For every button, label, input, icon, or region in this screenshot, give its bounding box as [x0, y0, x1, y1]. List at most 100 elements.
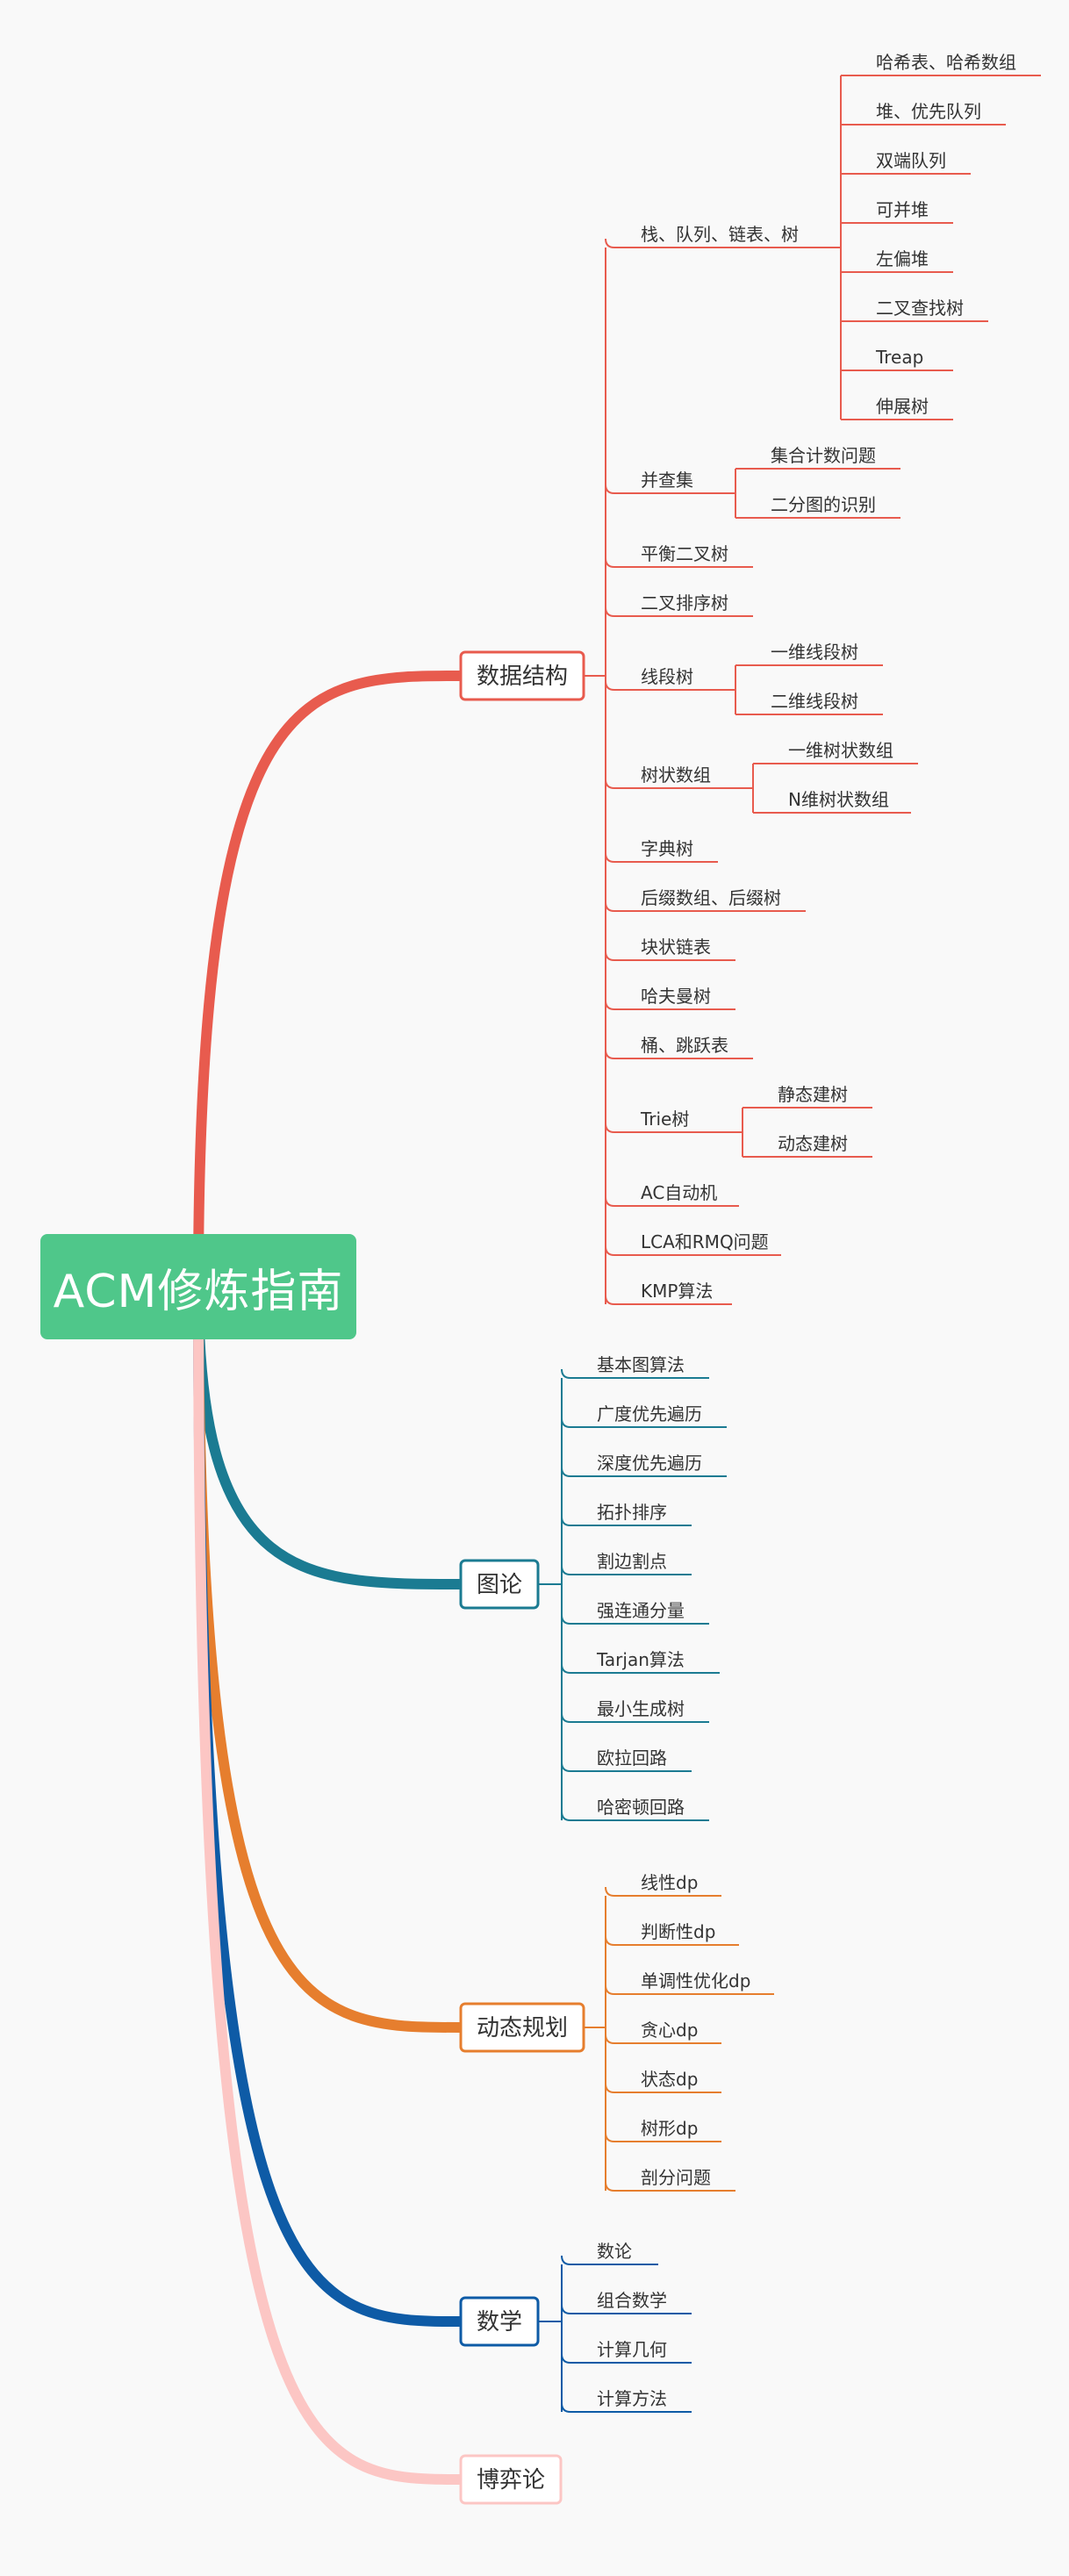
- branch-node[interactable]: 数学: [459, 2296, 540, 2347]
- subtopic-label: 左偏堆: [876, 248, 929, 269]
- root-node-label: ACM修炼指南: [53, 1265, 344, 1318]
- subtopic-node[interactable]: 左偏堆: [841, 248, 953, 273]
- topic-node[interactable]: 哈夫曼树: [605, 986, 735, 1010]
- subtopic-node[interactable]: 堆、优先队列: [841, 101, 1006, 126]
- topic-node[interactable]: 树形dp: [605, 2118, 721, 2142]
- topic-node[interactable]: 计算方法: [561, 2388, 692, 2413]
- topic-node[interactable]: 强连通分量: [561, 1600, 709, 1625]
- topic-node[interactable]: 割边割点: [561, 1551, 692, 1575]
- subtopic-node[interactable]: 二叉查找树: [841, 298, 988, 322]
- topic-label: 状态dp: [641, 2069, 698, 2090]
- subtopic-label: Treap: [875, 347, 923, 368]
- subtopic-label: 双端队列: [876, 150, 946, 171]
- subtopic-label: 二维线段树: [771, 691, 858, 712]
- subtopic-label: 一维线段树: [771, 642, 858, 663]
- topic-label: 线段树: [641, 666, 693, 687]
- topic-label: 计算方法: [597, 2388, 667, 2409]
- topic-node[interactable]: 基本图算法: [561, 1354, 709, 1379]
- topic-label: 树形dp: [641, 2118, 698, 2139]
- topic-node[interactable]: 状态dp: [605, 2069, 721, 2093]
- topic-label: AC自动机: [641, 1182, 717, 1203]
- topic-node[interactable]: 组合数学: [561, 2290, 692, 2314]
- topic-label: KMP算法: [641, 1281, 713, 1302]
- topic-node[interactable]: 广度优先遍历: [561, 1403, 727, 1428]
- topic-node[interactable]: 贪心dp: [605, 2020, 721, 2044]
- root-node[interactable]: ACM修炼指南: [40, 1234, 356, 1339]
- topic-node[interactable]: 块状链表: [605, 936, 735, 961]
- subtopic-node[interactable]: 动态建树: [743, 1133, 872, 1158]
- branch-node[interactable]: 数据结构: [459, 650, 585, 701]
- topic-label: 最小生成树: [597, 1698, 685, 1719]
- branch-node-label: 数学: [477, 2309, 522, 2336]
- subtopic-label: N维树状数组: [788, 789, 889, 810]
- topic-label: 后缀数组、后缀树: [641, 887, 781, 908]
- subtopic-node[interactable]: N维树状数组: [753, 789, 911, 814]
- subtopic-node[interactable]: 静态建树: [743, 1084, 872, 1109]
- topic-node[interactable]: 数论: [561, 2241, 658, 2265]
- branch-link: [193, 1281, 466, 2033]
- topic-node[interactable]: 桶、跳跃表: [605, 1035, 753, 1059]
- topic-node[interactable]: 线性dp: [605, 1872, 721, 1897]
- topic-label: 单调性优化dp: [641, 1970, 750, 1991]
- subtopic-label: 堆、优先队列: [876, 101, 981, 122]
- topic-label: 平衡二叉树: [641, 543, 728, 564]
- subtopic-node[interactable]: 双端队列: [841, 150, 971, 175]
- topic-label: 桶、跳跃表: [641, 1035, 728, 1056]
- topic-node[interactable]: AC自动机: [605, 1182, 739, 1207]
- topic-node[interactable]: KMP算法: [605, 1281, 732, 1305]
- topic-node[interactable]: 单调性优化dp: [605, 1970, 774, 1995]
- subtopic-node[interactable]: 二分图的识别: [735, 494, 900, 519]
- topic-label: 拓扑排序: [597, 1502, 667, 1523]
- topic-node[interactable]: 字典树: [605, 838, 718, 863]
- subtopic-node[interactable]: 一维线段树: [735, 642, 883, 666]
- topic-node[interactable]: 深度优先遍历: [561, 1453, 727, 1477]
- subtopic-label: 可并堆: [876, 199, 929, 220]
- topic-node[interactable]: 后缀数组、后缀树: [605, 887, 806, 912]
- topic-label: 计算几何: [597, 2339, 667, 2360]
- topic-node[interactable]: 线段树: [605, 666, 718, 691]
- subtopic-label: 二叉查找树: [876, 298, 964, 319]
- topic-node[interactable]: 树状数组: [605, 764, 735, 789]
- topic-node[interactable]: Tarjan算法: [561, 1649, 720, 1674]
- topic-node[interactable]: 并查集: [605, 470, 718, 494]
- topic-node[interactable]: 计算几何: [561, 2339, 692, 2364]
- subtopic-label: 动态建树: [778, 1133, 848, 1154]
- topic-node[interactable]: 判断性dp: [605, 1921, 739, 1946]
- topic-node[interactable]: 哈密顿回路: [561, 1797, 709, 1821]
- topic-label: 判断性dp: [641, 1921, 715, 1942]
- topic-node[interactable]: 二叉排序树: [605, 592, 753, 617]
- branch-link: [193, 1281, 466, 2485]
- branch-node-label: 动态规划: [477, 2015, 568, 2041]
- topic-label: 基本图算法: [597, 1354, 685, 1375]
- subtopic-node[interactable]: 一维树状数组: [753, 740, 918, 764]
- topic-node[interactable]: 最小生成树: [561, 1698, 709, 1723]
- topic-label: 割边割点: [597, 1551, 667, 1572]
- topic-node[interactable]: 平衡二叉树: [605, 543, 753, 568]
- branch-node[interactable]: 博弈论: [459, 2454, 563, 2505]
- topic-node[interactable]: LCA和RMQ问题: [605, 1231, 781, 1256]
- subtopic-node[interactable]: Treap: [841, 347, 953, 371]
- topic-node[interactable]: 欧拉回路: [561, 1747, 692, 1772]
- topic-label: Trie树: [640, 1109, 689, 1130]
- topic-label: 线性dp: [641, 1872, 698, 1893]
- nodes: 数据结构 栈、队列、链表、树 哈希表、哈希数组堆、优先队列双端队列可并堆左偏堆二叉查…: [459, 52, 1041, 2505]
- topic-label: 树状数组: [641, 764, 711, 786]
- topic-label: 栈、队列、链表、树: [641, 224, 799, 245]
- subtopic-node[interactable]: 二维线段树: [735, 691, 883, 715]
- topic-node[interactable]: Trie树: [605, 1109, 725, 1133]
- topic-node[interactable]: 拓扑排序: [561, 1502, 692, 1526]
- topic-node[interactable]: 剖分问题: [605, 2167, 735, 2192]
- subtopic-node[interactable]: 可并堆: [841, 199, 953, 224]
- subtopic-node[interactable]: 哈希表、哈希数组: [841, 52, 1041, 76]
- subtopic-node[interactable]: 伸展树: [841, 396, 953, 420]
- subtopic-label: 一维树状数组: [788, 740, 893, 761]
- subtopic-label: 静态建树: [778, 1084, 848, 1105]
- topic-node[interactable]: 栈、队列、链表、树: [605, 224, 823, 248]
- topic-label: 欧拉回路: [597, 1747, 667, 1769]
- branch-node[interactable]: 动态规划: [459, 2002, 585, 2053]
- subtopic-node[interactable]: 集合计数问题: [735, 445, 900, 470]
- topic-label: 字典树: [641, 838, 693, 859]
- branch-node[interactable]: 图论: [459, 1559, 540, 1610]
- subtopic-label: 二分图的识别: [771, 494, 876, 515]
- topic-label: 深度优先遍历: [597, 1453, 702, 1474]
